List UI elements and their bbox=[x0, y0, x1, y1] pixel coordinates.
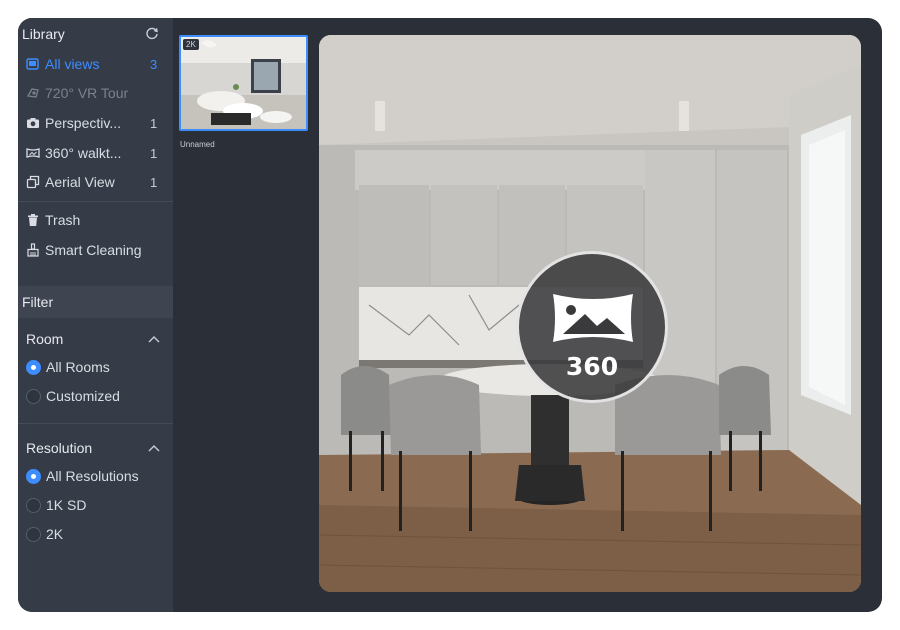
sidebar: Library All views 3 720° VR Tour Perspec… bbox=[18, 18, 173, 612]
panorama-preview[interactable]: 360 bbox=[319, 35, 861, 592]
library-header: Library bbox=[18, 18, 173, 50]
gallery-icon bbox=[26, 58, 39, 70]
sidebar-item-vr-tour[interactable]: 720° VR Tour bbox=[26, 82, 166, 104]
radio-button[interactable] bbox=[26, 388, 41, 404]
sidebar-divider bbox=[18, 423, 173, 424]
panorama-image-icon bbox=[553, 294, 633, 342]
resolution-option-all[interactable]: All Resolutions bbox=[26, 466, 139, 486]
sidebar-item-aerial-view[interactable]: Aerial View 1 bbox=[26, 171, 166, 193]
resolution-option-2k[interactable]: 2K bbox=[26, 524, 63, 544]
resolution-section-header[interactable]: Resolution bbox=[26, 438, 160, 458]
sidebar-item-all-views[interactable]: All views 3 bbox=[26, 53, 166, 75]
radio-button[interactable] bbox=[26, 497, 41, 513]
vr-tour-icon bbox=[26, 88, 39, 98]
sidebar-item-count: 3 bbox=[150, 56, 158, 72]
room-option-all-rooms[interactable]: All Rooms bbox=[26, 357, 110, 377]
sidebar-item-360-walkthrough[interactable]: 360° walkt... 1 bbox=[26, 142, 166, 164]
sidebar-item-count: 1 bbox=[150, 174, 158, 190]
sidebar-item-smart-cleaning[interactable]: Smart Cleaning bbox=[26, 239, 166, 261]
badge-360-label: 360 bbox=[565, 352, 619, 381]
sidebar-item-trash[interactable]: Trash bbox=[26, 209, 166, 231]
radio-label: 2K bbox=[46, 526, 64, 542]
room-section-title: Room bbox=[26, 331, 64, 347]
filter-header: Filter bbox=[18, 286, 173, 318]
aerial-view-icon bbox=[26, 175, 40, 189]
sidebar-item-label: Aerial View bbox=[45, 174, 115, 190]
radio-button[interactable] bbox=[26, 526, 41, 542]
sidebar-item-label: All views bbox=[45, 56, 100, 72]
smart-cleaning-label: Smart Cleaning bbox=[45, 242, 142, 258]
radio-label: Customized bbox=[46, 388, 120, 404]
room-option-customized[interactable]: Customized bbox=[26, 386, 120, 406]
sidebar-item-label: 360° walkt... bbox=[45, 145, 122, 161]
room-section-header[interactable]: Room bbox=[26, 329, 160, 349]
radio-label: All Resolutions bbox=[46, 468, 139, 484]
camera-icon bbox=[27, 118, 39, 128]
sidebar-item-label: Perspectiv... bbox=[45, 115, 121, 131]
view-thumbnail[interactable]: 2K bbox=[179, 35, 308, 131]
resolution-badge: 2K bbox=[183, 39, 199, 50]
chevron-up-icon[interactable] bbox=[148, 444, 160, 452]
chevron-up-icon[interactable] bbox=[148, 335, 160, 343]
thumbnail-image bbox=[181, 37, 306, 129]
panorama-360-badge[interactable]: 360 bbox=[516, 251, 668, 403]
radio-button-selected[interactable] bbox=[26, 468, 41, 484]
app-window: Library All views 3 720° VR Tour Perspec… bbox=[18, 18, 882, 612]
trash-icon bbox=[28, 214, 38, 226]
filter-title: Filter bbox=[22, 294, 54, 310]
thumbnail-caption: Unnamed bbox=[180, 140, 215, 149]
sidebar-divider bbox=[18, 201, 173, 202]
radio-label: 1K SD bbox=[46, 497, 87, 513]
sidebar-item-label: 720° VR Tour bbox=[45, 85, 129, 101]
refresh-icon[interactable] bbox=[145, 27, 159, 41]
sidebar-item-perspective[interactable]: Perspectiv... 1 bbox=[26, 112, 166, 134]
radio-button-selected[interactable] bbox=[26, 359, 41, 375]
library-title: Library bbox=[22, 26, 65, 42]
trash-label: Trash bbox=[45, 212, 81, 228]
sidebar-item-count: 1 bbox=[150, 115, 158, 131]
panorama-icon bbox=[26, 148, 40, 158]
resolution-option-1k-sd[interactable]: 1K SD bbox=[26, 495, 86, 515]
resolution-section-title: Resolution bbox=[26, 440, 93, 456]
radio-label: All Rooms bbox=[46, 359, 110, 375]
sidebar-item-count: 1 bbox=[150, 145, 158, 161]
broom-icon bbox=[27, 243, 39, 257]
